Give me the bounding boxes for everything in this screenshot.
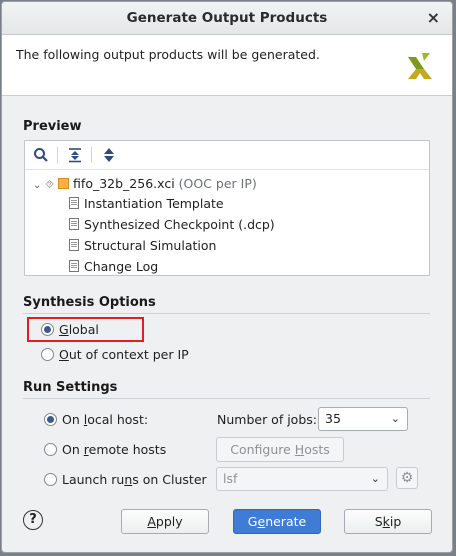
collapse-all-icon[interactable] bbox=[67, 147, 83, 163]
tree-child-label: Structural Simulation bbox=[84, 238, 217, 253]
generate-output-products-dialog: Generate Output Products × The following… bbox=[1, 1, 453, 553]
jobs-value: 35 bbox=[325, 411, 341, 426]
dialog-header: The following output products will be ge… bbox=[2, 35, 452, 96]
ip-icon bbox=[58, 178, 70, 189]
title-bar: Generate Output Products × bbox=[2, 2, 452, 35]
radio-indicator[interactable] bbox=[41, 348, 54, 361]
preview-toolbar bbox=[25, 141, 429, 170]
jobs-label: Number of jobs: bbox=[217, 412, 317, 427]
section-divider bbox=[23, 313, 430, 314]
toolbar-separator bbox=[57, 147, 58, 163]
preview-label: Preview bbox=[23, 119, 82, 134]
toolbar-separator bbox=[91, 147, 92, 163]
chevron-down-icon: ⌄ bbox=[390, 412, 400, 425]
tree-row-child[interactable]: Synthesized Checkpoint (.dcp) bbox=[69, 215, 275, 235]
synthesis-options-label: Synthesis Options bbox=[23, 295, 156, 310]
tree-root-note: (OOC per IP) bbox=[178, 176, 257, 191]
section-divider bbox=[23, 398, 430, 399]
vivado-logo-icon bbox=[408, 53, 432, 79]
tree-child-label: Change Log bbox=[84, 259, 159, 274]
help-icon[interactable]: ? bbox=[23, 510, 43, 530]
search-icon[interactable] bbox=[33, 147, 49, 163]
tree-root-name: fifo_32b_256.xci bbox=[73, 176, 175, 191]
file-icon bbox=[69, 197, 79, 209]
file-icon bbox=[69, 218, 79, 230]
tree-row-child[interactable]: Instantiation Template bbox=[69, 194, 224, 214]
tree-child-label: Instantiation Template bbox=[84, 196, 224, 211]
run-settings-label: Run Settings bbox=[23, 380, 118, 395]
radio-indicator[interactable] bbox=[41, 323, 54, 336]
dialog-description: The following output products will be ge… bbox=[16, 47, 320, 62]
tree-row-child[interactable]: Structural Simulation bbox=[69, 236, 216, 256]
hierarchy-icon: ⯑ bbox=[45, 178, 55, 191]
cluster-select[interactable]: lsf ⌄ bbox=[216, 467, 388, 491]
chevron-down-icon[interactable]: ⌄ bbox=[33, 180, 41, 191]
cluster-value: lsf bbox=[223, 471, 238, 486]
jobs-select[interactable]: 35 ⌄ bbox=[318, 407, 408, 431]
file-icon bbox=[69, 239, 79, 251]
gear-icon[interactable]: ⚙ bbox=[396, 467, 418, 489]
cluster-radio[interactable]: Launch runs on Cluster bbox=[44, 472, 207, 487]
radio-indicator[interactable] bbox=[44, 413, 57, 426]
expand-all-icon[interactable] bbox=[101, 147, 117, 163]
configure-hosts-button[interactable]: Configure Hosts bbox=[216, 437, 344, 462]
dialog-title: Generate Output Products bbox=[126, 10, 328, 26]
preview-panel: ⌄ ⯑ fifo_32b_256.xci (OOC per IP) Instan… bbox=[24, 140, 430, 276]
out-of-context-radio[interactable]: Out of context per IP bbox=[41, 347, 189, 362]
chevron-down-icon: ⌄ bbox=[370, 472, 380, 485]
radio-indicator[interactable] bbox=[44, 473, 57, 486]
file-icon bbox=[69, 260, 79, 272]
radio-indicator[interactable] bbox=[44, 443, 57, 456]
tree-child-label: Synthesized Checkpoint (.dcp) bbox=[84, 217, 275, 232]
skip-button[interactable]: Skip bbox=[344, 509, 432, 534]
close-icon[interactable]: × bbox=[427, 8, 440, 27]
remote-hosts-radio[interactable]: On remote hosts bbox=[44, 442, 166, 457]
global-radio[interactable]: Global bbox=[41, 322, 99, 337]
apply-button[interactable]: Apply bbox=[121, 509, 209, 534]
tree-row-root[interactable]: ⌄ ⯑ fifo_32b_256.xci (OOC per IP) bbox=[33, 174, 257, 194]
tree-row-child[interactable]: Change Log bbox=[69, 257, 158, 277]
local-host-radio[interactable]: On local host: bbox=[44, 412, 148, 427]
generate-button[interactable]: Generate bbox=[233, 509, 321, 534]
